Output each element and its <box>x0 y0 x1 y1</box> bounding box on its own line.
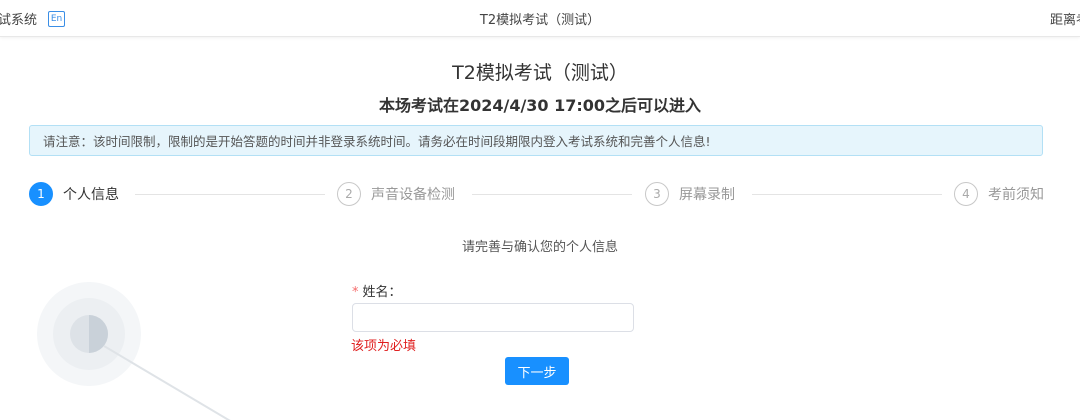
step-number: 2 <box>337 182 361 206</box>
step-label: 屏幕录制 <box>679 187 735 203</box>
next-step-button[interactable]: 下一步 <box>505 357 569 385</box>
progress-steps: 1 个人信息 2 声音设备检测 3 屏幕录制 4 考前须知 <box>0 178 1080 210</box>
step-label: 个人信息 <box>63 187 119 203</box>
step-exam-notice: 4 考前须知 <box>954 178 1044 210</box>
step-label: 声音设备检测 <box>371 187 455 203</box>
countdown-label: 距离考 <box>1050 13 1080 28</box>
step-personal-info: 1 个人信息 <box>29 178 119 210</box>
exam-start-time: 本场考试在2024/4/30 17:00之后可以进入 <box>378 96 702 115</box>
step-number: 4 <box>954 182 978 206</box>
decorative-illustration <box>37 282 231 420</box>
step-screen-record: 3 屏幕录制 <box>645 178 735 210</box>
step-connector <box>472 194 632 195</box>
header-exam-title: T2模拟考试（测试） <box>479 13 601 28</box>
top-bar: 试系统 En T2模拟考试（测试） 距离考 <box>0 0 1080 37</box>
step-connector <box>135 194 325 195</box>
name-input[interactable] <box>352 303 634 332</box>
step-number: 1 <box>29 182 53 206</box>
notice-banner: 请注意：该时间限制，限制的是开始答题的时间并非登录系统时间。请务必在时间段期限内… <box>29 125 1043 156</box>
name-error-message: 该项为必填 <box>351 339 417 354</box>
step-label: 考前须知 <box>988 187 1044 203</box>
name-field-label: * 姓名： <box>352 281 402 300</box>
step-audio-check: 2 声音设备检测 <box>337 178 455 210</box>
step-connector <box>752 194 942 195</box>
step-number: 3 <box>645 182 669 206</box>
name-label-text: 姓名： <box>362 285 402 300</box>
page-title: T2模拟考试（测试） <box>452 62 628 84</box>
required-mark: * <box>352 285 359 300</box>
form-hint: 请完善与确认您的个人信息 <box>461 240 618 255</box>
